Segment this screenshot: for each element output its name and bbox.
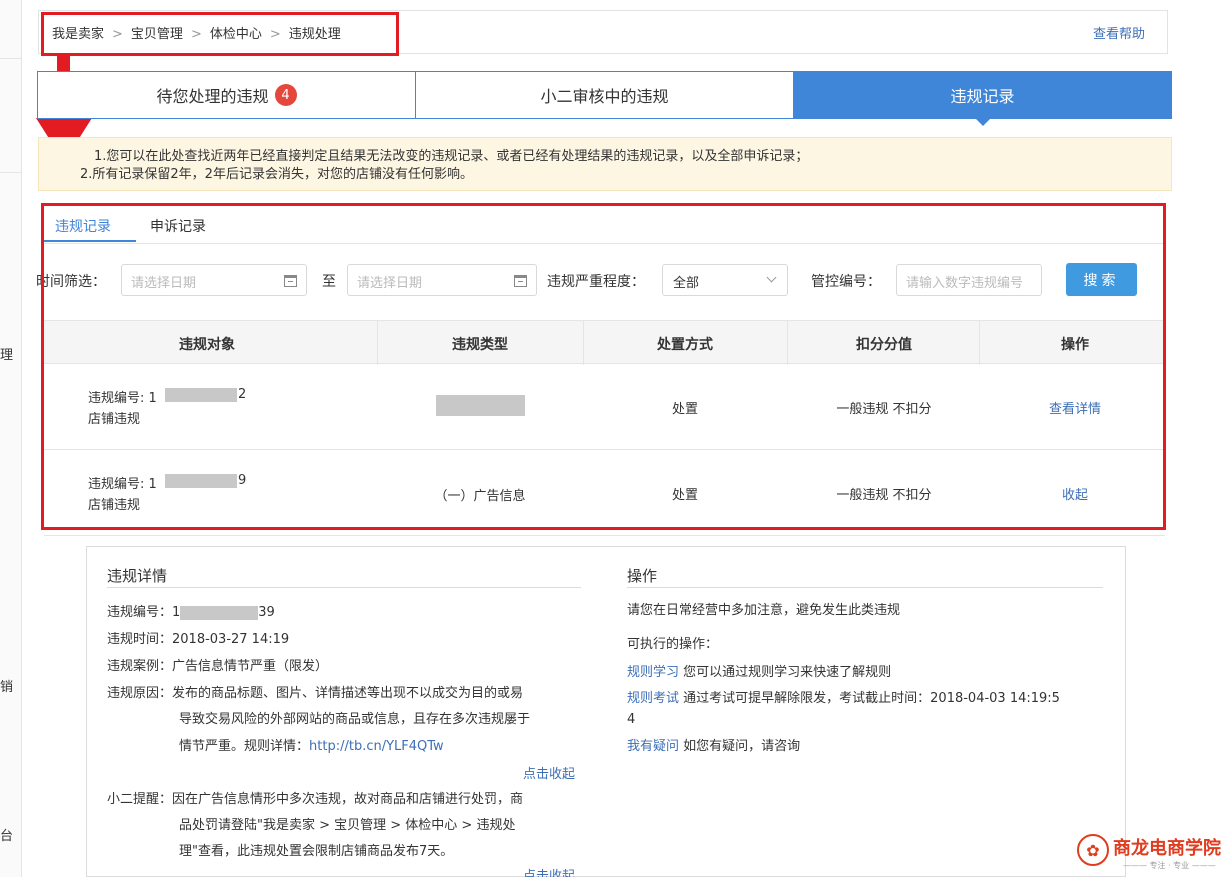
reason-text: 情节严重。规则详情：	[179, 739, 310, 754]
sidebar-divider	[0, 58, 22, 59]
tab-pending-violations[interactable]: 待您处理的违规 4	[38, 72, 416, 118]
detail-tip-line: 小二提醒：因在广告信息情形中多次违规，故对商品和店铺进行处罚，商	[107, 792, 524, 807]
violation-tabs: 待您处理的违规 4 小二审核中的违规 违规记录	[37, 71, 1172, 126]
sidebar-item-fragment[interactable]: 销	[0, 676, 13, 695]
detail-tip-line: 品处罚请登陆"我是卖家 > 宝贝管理 > 体检中心 > 违规处	[179, 818, 516, 833]
operation-item: 规则考试 通过考试可提早解除限发，考试截止时间：2018-04-03 14:19…	[627, 686, 1060, 712]
watermark-title: 商龙电商学院	[1113, 838, 1221, 859]
operation-item-continued: 4	[627, 712, 636, 727]
count-badge: 4	[274, 84, 297, 106]
detail-id-label: 违规编号：1	[107, 605, 181, 620]
detail-reason-line: 违规原因：发布的商品标题、图片、详情描述等出现不以成交为目的或易	[107, 686, 524, 701]
operation-notice: 请您在日常经营中多加注意，避免发生此类违规	[627, 603, 901, 618]
detail-tip-line: 理"查看，此违规处置会限制店铺商品发布7天。	[179, 844, 454, 859]
available-operations-label: 可执行的操作：	[627, 637, 719, 652]
title-divider	[107, 587, 581, 588]
detail-violation-id: 违规编号：1 39	[107, 600, 275, 626]
collapse-link[interactable]: 点击收起	[523, 865, 575, 877]
sidebar-item-fragment[interactable]: 理	[0, 344, 13, 363]
detail-title: 违规详情	[107, 567, 168, 585]
operation-title: 操作	[627, 567, 658, 585]
tab-label: 待您处理的违规	[156, 87, 269, 106]
detail-id-suffix: 39	[258, 605, 275, 620]
rule-exam-link[interactable]: 规则考试	[627, 691, 679, 706]
tab-under-review[interactable]: 小二审核中的违规	[416, 72, 794, 118]
left-sidebar: 理 销 台	[0, 0, 22, 877]
operation-item: 我有疑问 如您有疑问，请咨询	[627, 734, 800, 760]
help-link[interactable]: 查看帮助	[1093, 23, 1145, 42]
operation-item: 规则学习 您可以通过规则学习来快速了解规则	[627, 660, 891, 686]
have-question-link[interactable]: 我有疑问	[627, 739, 679, 754]
collapse-link[interactable]: 点击收起	[523, 763, 575, 782]
notice-line: 1.您可以在此处查找近两年已经直接判定且结果无法改变的违规记录、或者已经有处理结…	[94, 149, 809, 164]
detail-reason-line: 导致交易风险的外部网站的商品或信息，且存在多次违规屡于	[179, 712, 531, 727]
sidebar-item-fragment[interactable]: 台	[0, 825, 13, 844]
redacted-block	[180, 605, 259, 620]
rule-learning-link[interactable]: 规则学习	[627, 665, 679, 680]
rule-detail-link[interactable]: http://tb.cn/YLF4QTw	[309, 739, 444, 754]
notice-line: 2.所有记录保留2年，2年后记录会消失，对您的店铺没有任何影响。	[80, 167, 473, 182]
operation-item-text: 通过考试可提早解除限发，考试截止时间：2018-04-03 14:19:5	[683, 691, 1060, 706]
violation-detail-panel: 违规详情 违规编号：1 39 违规时间：2018-03-27 14:19 违规案例…	[86, 546, 1126, 877]
detail-violation-case: 违规案例：广告信息情节严重（限发）	[107, 659, 329, 674]
active-tab-pointer	[974, 118, 991, 126]
detail-reason-line: 情节严重。规则详情：http://tb.cn/YLF4QTw	[179, 734, 444, 760]
tab-label: 违规记录	[950, 87, 1015, 106]
breadcrumb-highlight-box	[41, 12, 399, 56]
watermark-logo-icon: ✿	[1077, 834, 1109, 866]
operation-item-text: 您可以通过规则学习来快速了解规则	[683, 665, 892, 680]
detail-violation-time: 违规时间：2018-03-27 14:19	[107, 632, 290, 647]
operation-item-text: 如您有疑问，请咨询	[683, 739, 801, 754]
tab-label: 小二审核中的违规	[540, 87, 669, 106]
info-notice: 1.您可以在此处查找近两年已经直接判定且结果无法改变的违规记录、或者已经有处理结…	[38, 137, 1172, 191]
tab-violation-records[interactable]: 违规记录	[794, 72, 1171, 126]
sidebar-divider	[0, 172, 22, 173]
watermark-subtitle: ——— 专注 · 专业 ———	[1123, 861, 1216, 870]
title-divider	[627, 587, 1103, 588]
records-highlight-box	[41, 203, 1166, 530]
